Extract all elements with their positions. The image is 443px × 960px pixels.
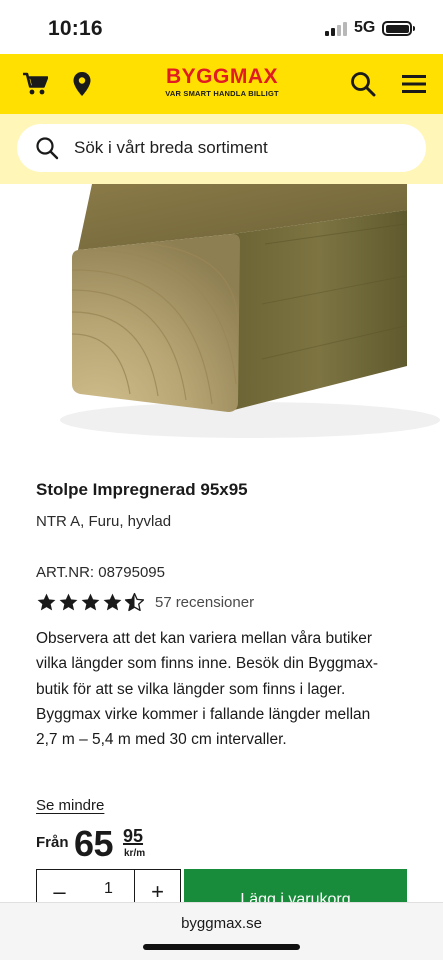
star-half-icon <box>124 592 145 611</box>
header-search-icon[interactable] <box>347 68 379 100</box>
byggmax-logo[interactable]: BYGGMAX VAR SMART HANDLA BILLIGT <box>150 66 294 99</box>
show-less-link[interactable]: Se mindre <box>36 797 104 814</box>
article-number-value: 08795095 <box>98 564 165 581</box>
star-filled-icon <box>81 593 100 610</box>
search-icon <box>36 137 59 160</box>
signal-strength-icon <box>325 22 347 36</box>
star-filled-icon <box>37 593 56 610</box>
article-number-label: ART.NR: <box>36 564 95 581</box>
status-bar: 10:16 5G <box>0 0 443 54</box>
product-image[interactable] <box>0 184 443 449</box>
search-bar-band: Sök i vårt breda sortiment <box>0 114 443 184</box>
home-indicator[interactable] <box>143 944 300 950</box>
review-count[interactable]: 57 recensioner <box>155 594 254 611</box>
review-count-number: 57 <box>155 593 172 611</box>
price-prefix: Från <box>36 834 69 851</box>
network-type: 5G <box>354 19 376 36</box>
battery-icon <box>382 21 415 36</box>
search-input[interactable]: Sök i vårt breda sortiment <box>17 124 426 172</box>
location-pin-icon[interactable] <box>66 68 98 100</box>
rating-stars <box>36 592 145 613</box>
price-decimals: 95 <box>123 826 144 846</box>
price-unit: kr/m <box>124 848 146 859</box>
search-placeholder: Sök i vårt breda sortiment <box>74 138 268 157</box>
star-filled-icon <box>103 593 122 610</box>
browser-url-bar[interactable]: byggmax.se <box>0 902 443 960</box>
price-integer: 65 <box>74 823 114 864</box>
product-rating[interactable]: 57 recensioner <box>36 590 254 614</box>
product-title: Stolpe Impregnerad 95x95 <box>36 480 248 499</box>
status-time: 10:16 <box>48 17 103 40</box>
product-description: Observera att det kan variera mellan vår… <box>36 630 379 749</box>
product-subtitle: NTR A, Furu, hyvlad <box>36 513 172 530</box>
site-header: BYGGMAX VAR SMART HANDLA BILLIGT <box>0 54 443 114</box>
menu-icon[interactable] <box>398 68 430 100</box>
article-number: ART.NR: 08795095 <box>36 564 165 581</box>
logo-tagline: VAR SMART HANDLA BILLIGT <box>165 89 279 98</box>
logo-wordmark: BYGGMAX <box>165 65 278 88</box>
star-filled-icon <box>59 593 78 610</box>
review-count-label: recensioner <box>175 593 255 611</box>
url-text: byggmax.se <box>181 915 262 932</box>
cart-icon[interactable] <box>19 68 51 100</box>
